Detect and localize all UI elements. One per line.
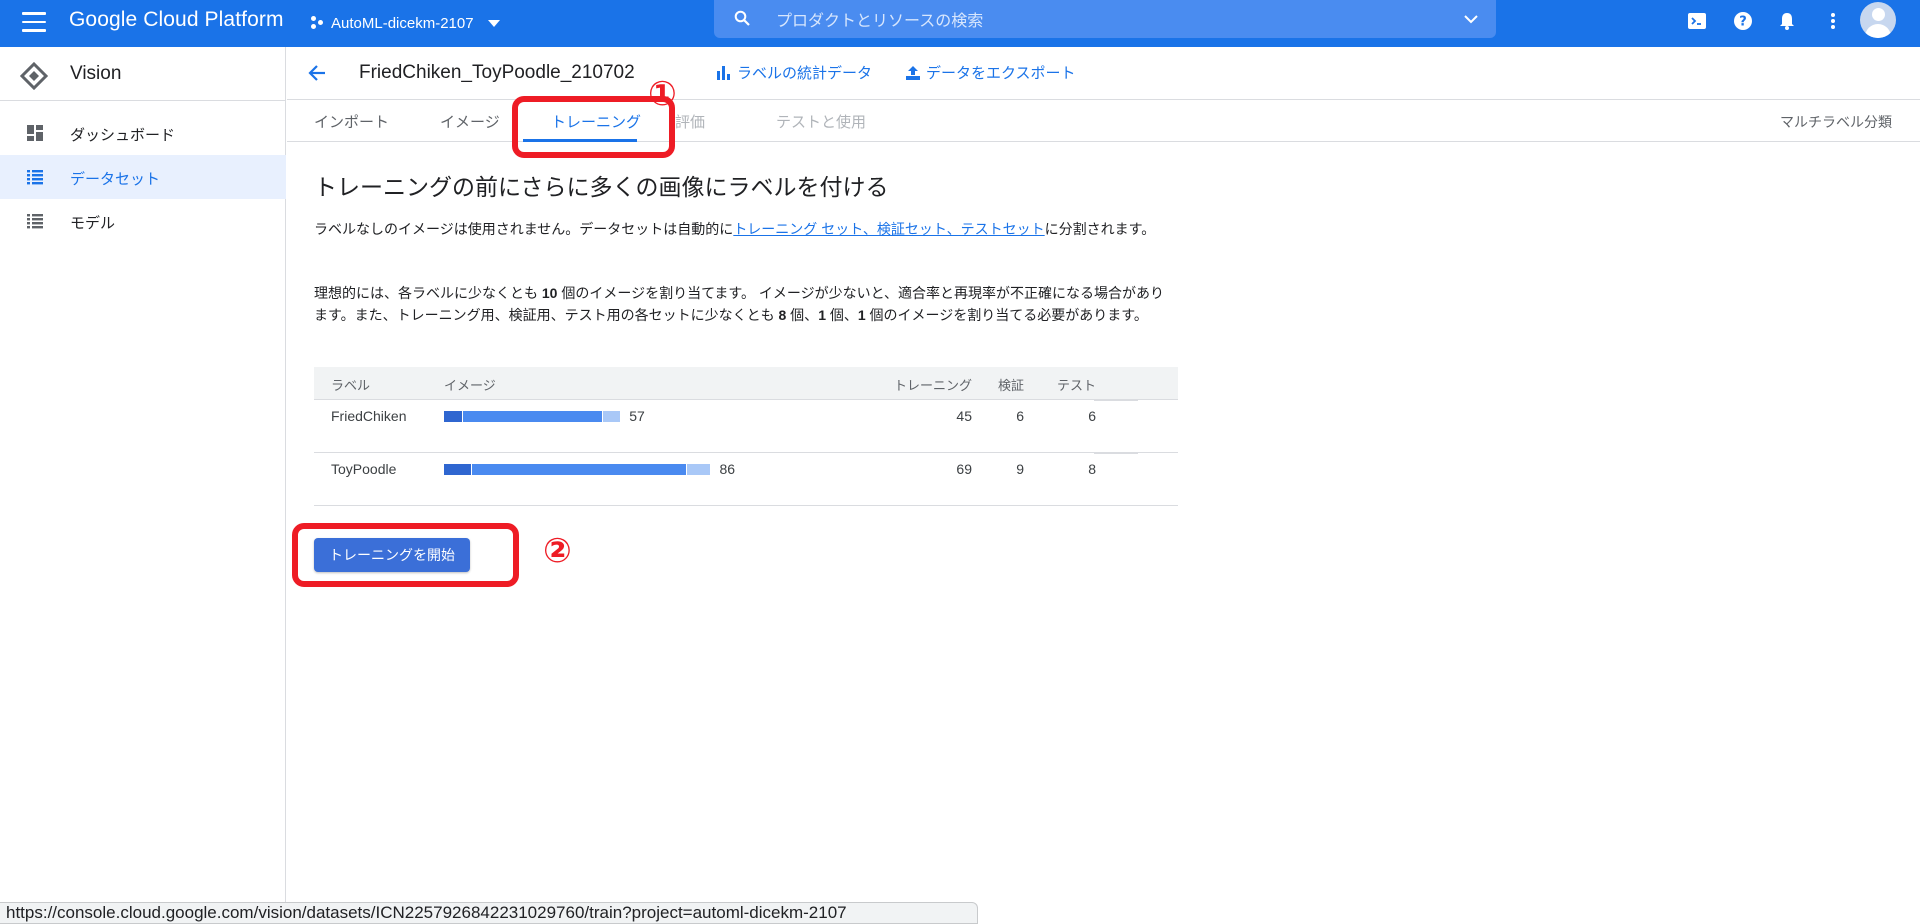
row-divider [1094,505,1138,506]
table-row: ToyPoodle 86 69 9 8 [314,453,1178,506]
rec-text: 理想的には、各ラベルに少なくとも [314,285,542,301]
sidebar-item-label: ダッシュボード [70,127,176,144]
menu-icon[interactable] [22,12,46,32]
sidebar-item-dashboard[interactable]: ダッシュボード [0,111,286,155]
split-description: ラベルなしのイメージは使用されません。データセットは自動的にトレーニング セット… [314,218,1178,240]
search-bar[interactable]: プロダクトとリソースの検索 [714,0,1496,38]
tab-evaluate[interactable]: 評価 [675,111,705,132]
sidebar: Vision ダッシュボード データセット モデル [0,47,286,924]
search-placeholder: プロダクトとリソースの検索 [776,13,984,30]
col-label: ラベル [331,378,371,393]
col-images: イメージ [444,378,496,393]
help-icon[interactable]: ? [1732,10,1754,32]
project-name: AutoML-dicekm-2107 [331,14,474,32]
rec-min-count: 10 [541,285,558,301]
dashboard-icon [27,125,43,141]
table-header: ラベル イメージ トレーニング 検証 テスト [314,367,1178,400]
rec-text: 個のイメージを割り当てる必要があります。 [865,307,1148,323]
sidebar-header: Vision [0,47,285,101]
col-train: トレーニング [893,378,972,393]
annotation-number-one: ① [648,74,677,114]
bar-segment-training [471,464,686,475]
bar-chart-icon [717,65,730,80]
tab-import[interactable]: インポート [314,111,389,132]
rec-text: 個、 [786,307,819,323]
dataset-title: FriedChiken_ToyPoodle_210702 [359,62,635,83]
row-train: 45 [956,408,972,424]
bar-segment-test [686,464,711,475]
col-test: テスト [1056,378,1096,393]
list-icon [27,170,43,185]
export-label: データをエクスポート [926,65,1076,82]
svg-text:?: ? [1739,15,1747,30]
browser-status-url: https://console.cloud.google.com/vision/… [0,902,978,924]
row-test: 6 [1088,408,1096,424]
more-vert-icon[interactable] [1822,10,1844,32]
tab-images[interactable]: イメージ [440,111,500,132]
start-training-button[interactable]: トレーニングを開始 [314,538,470,572]
recommendation-text: 理想的には、各ラベルに少なくとも 10 個のイメージを割り当てます。 イメージが… [314,282,1178,326]
sidebar-item-models[interactable]: モデル [0,199,286,243]
sidebar-item-datasets[interactable]: データセット [0,155,286,199]
row-label: FriedChiken [331,408,407,424]
vision-logo-icon [20,62,48,90]
page-heading: トレーニングの前にさらに多くの画像にラベルを付ける [314,174,889,200]
annotation-number-two: ② [543,531,572,571]
row-validation: 6 [1016,408,1024,424]
row-test: 8 [1088,461,1096,477]
bar-segment-test [602,411,621,422]
back-arrow-icon[interactable] [307,63,327,83]
chevron-down-icon[interactable] [1464,12,1478,26]
active-tab-indicator [523,139,637,142]
dataset-header: FriedChiken_ToyPoodle_210702 ラベルの統計データ デ… [287,47,1920,100]
row-label: ToyPoodle [331,461,397,477]
bar-segment-training [462,411,602,422]
bar-segment-validation [444,411,462,422]
export-data-link[interactable]: データをエクスポート [906,62,1076,83]
sidebar-title: Vision [70,63,122,84]
row-train: 69 [956,461,972,477]
tab-bar: インポート イメージ トレーニング 評価 テストと使用 マルチラベル分類 [287,100,1920,142]
classification-type: マルチラベル分類 [1780,114,1892,130]
row-image-count: 86 [719,461,736,477]
col-validation: 検証 [997,378,1024,393]
sidebar-item-label: モデル [70,215,116,232]
row-validation: 9 [1016,461,1024,477]
row-image-count: 57 [629,408,645,424]
tab-training[interactable]: トレーニング [551,111,641,132]
sidebar-item-label: データセット [70,171,161,188]
label-stats-label: ラベルの統計データ [737,65,873,82]
bar-segment-validation [444,464,471,475]
brand-title[interactable]: Google Cloud Platform [69,8,284,32]
search-icon [734,10,750,26]
table-row: FriedChiken 57 45 6 6 [314,400,1178,453]
list-icon [27,214,43,229]
split-text-suffix: に分割されます。 [1044,221,1156,237]
notifications-icon[interactable] [1776,10,1798,32]
caret-down-icon [487,19,500,27]
cloud-shell-icon[interactable] [1686,10,1708,32]
tab-test-and-use[interactable]: テストと使用 [776,111,866,132]
upload-icon [906,65,920,80]
rec-val-min: 1 [818,307,826,323]
split-link[interactable]: トレーニング セット、検証セット、テストセット [733,221,1044,237]
top-app-bar: Google Cloud Platform AutoML-dicekm-2107… [0,0,1920,47]
split-text: ラベルなしのイメージは使用されません。データセットは自動的に [314,221,734,237]
project-selector[interactable]: AutoML-dicekm-2107 [311,9,500,37]
rec-text: 個、 [825,307,858,323]
label-stats-link[interactable]: ラベルの統計データ [717,62,872,83]
rec-test-min: 1 [857,307,866,323]
project-dots-icon [311,16,325,30]
account-avatar[interactable] [1860,2,1896,38]
